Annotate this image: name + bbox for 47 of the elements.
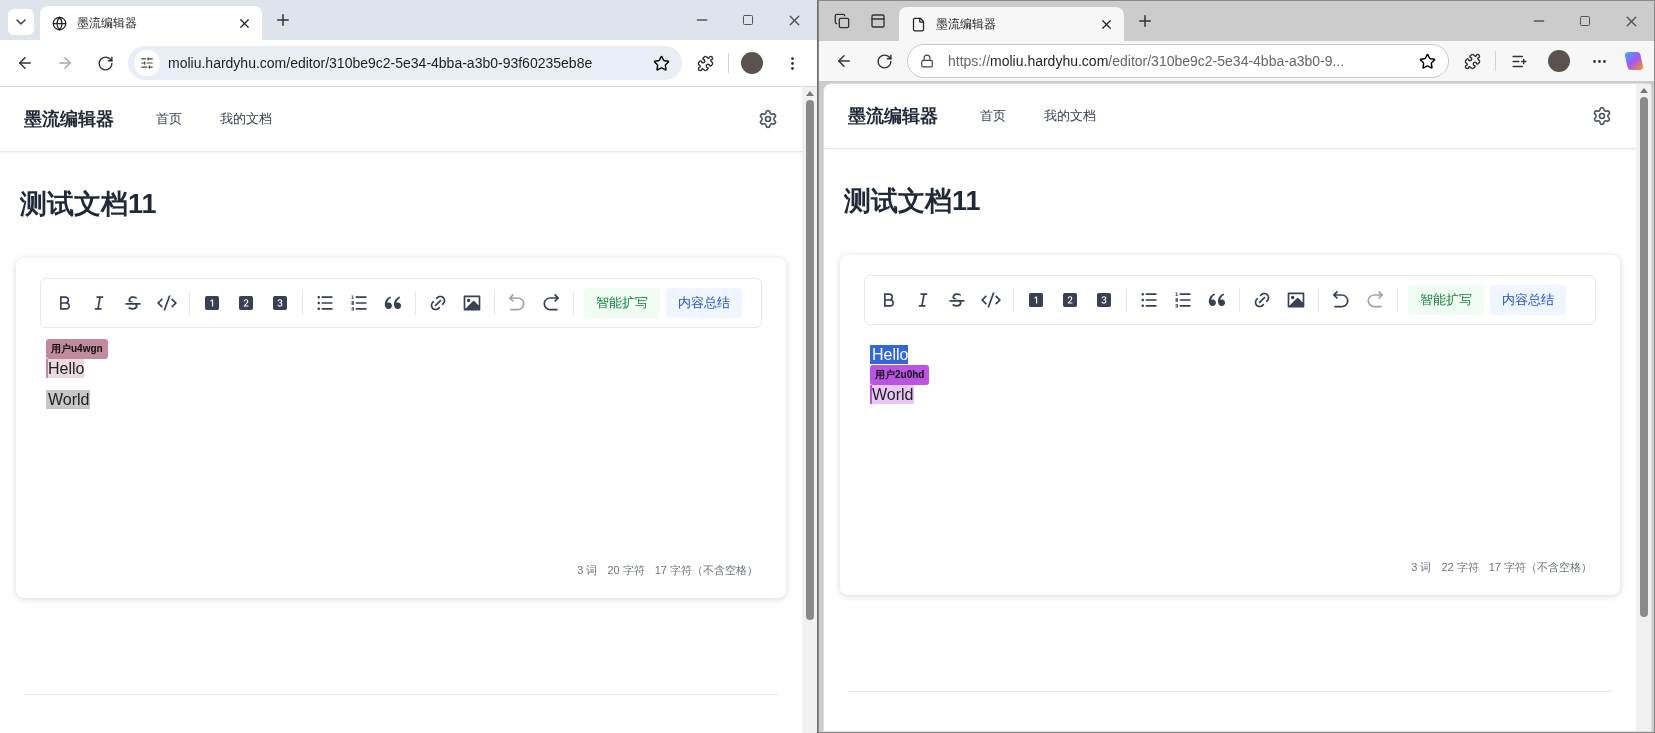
profile-avatar[interactable]: [741, 52, 763, 74]
count-text: 3 词: [577, 563, 598, 578]
site-brand[interactable]: 墨流编辑器: [24, 107, 114, 131]
page-icon: [911, 16, 926, 32]
paragraph-text: World: [46, 390, 90, 409]
scroll-up-icon[interactable]: [1639, 88, 1648, 93]
profile-avatar[interactable]: [1548, 50, 1570, 72]
count-text: 22 字符: [1441, 560, 1479, 575]
site-settings-icon[interactable]: [134, 50, 160, 76]
browser-tab[interactable]: 墨流编辑器: [40, 6, 262, 40]
count-text: 17 字符（不含空格）: [1488, 560, 1592, 575]
count-text: 3 词: [1411, 560, 1432, 575]
browser-tab[interactable]: 墨流编辑器: [899, 7, 1124, 41]
ai-button[interactable]: 智能扩写: [584, 288, 660, 318]
url-text: https://: [948, 53, 991, 69]
url-text: /editor/310be9c2-5e34-4bba-a3b0-9...: [1108, 53, 1345, 69]
count-text: 17 字符（不含空格）: [654, 563, 758, 578]
url-text: moliu.hardyhu.com: [990, 53, 1109, 69]
nav-link[interactable]: 首页: [980, 107, 1006, 125]
bookmark-icon: [653, 54, 670, 72]
ai-button[interactable]: 智能扩写: [1408, 285, 1484, 315]
paragraph-text: Hello: [870, 345, 909, 364]
site-brand[interactable]: 墨流编辑器: [848, 104, 938, 128]
globe-icon: [52, 15, 67, 31]
address-bar[interactable]: https://moliu.hardyhu.com/editor/310be9c2-5e34-4bba-a3b0-9...: [907, 44, 1449, 78]
document-title: 测试文档11: [20, 188, 158, 221]
collaborator-label: 用户2u0hd: [870, 365, 930, 385]
tab-search-icon[interactable]: [8, 9, 34, 35]
paragraph-text: Hello: [46, 359, 85, 378]
ai-button[interactable]: 内容总结: [1490, 285, 1566, 315]
collaborator-label: 用户u4wgn: [46, 339, 108, 359]
scrollbar[interactable]: [802, 87, 817, 733]
count-text: 20 字符: [607, 563, 645, 578]
url-text: moliu.hardyhu.com/editor/310be9c2-5e34-4bba-a3b0-93f60235eb8e: [168, 55, 593, 71]
nav-link[interactable]: 首页: [156, 110, 182, 128]
address-bar[interactable]: moliu.hardyhu.com/editor/310be9c2-5e34-4bba-a3b0-93f60235eb8e: [128, 46, 682, 80]
scrollbar[interactable]: [1636, 84, 1651, 731]
paragraph-text: World: [870, 385, 914, 404]
settings-icon[interactable]: [758, 109, 778, 129]
document-title: 测试文档11: [844, 185, 982, 218]
settings-icon[interactable]: [1592, 106, 1612, 126]
scroll-up-icon[interactable]: [805, 91, 814, 96]
nav-link[interactable]: 我的文档: [220, 110, 272, 128]
ai-button[interactable]: 内容总结: [666, 288, 742, 318]
nav-link[interactable]: 我的文档: [1044, 107, 1096, 125]
assistant-logo-icon[interactable]: [1622, 49, 1646, 73]
bookmark-icon: [1419, 52, 1436, 70]
